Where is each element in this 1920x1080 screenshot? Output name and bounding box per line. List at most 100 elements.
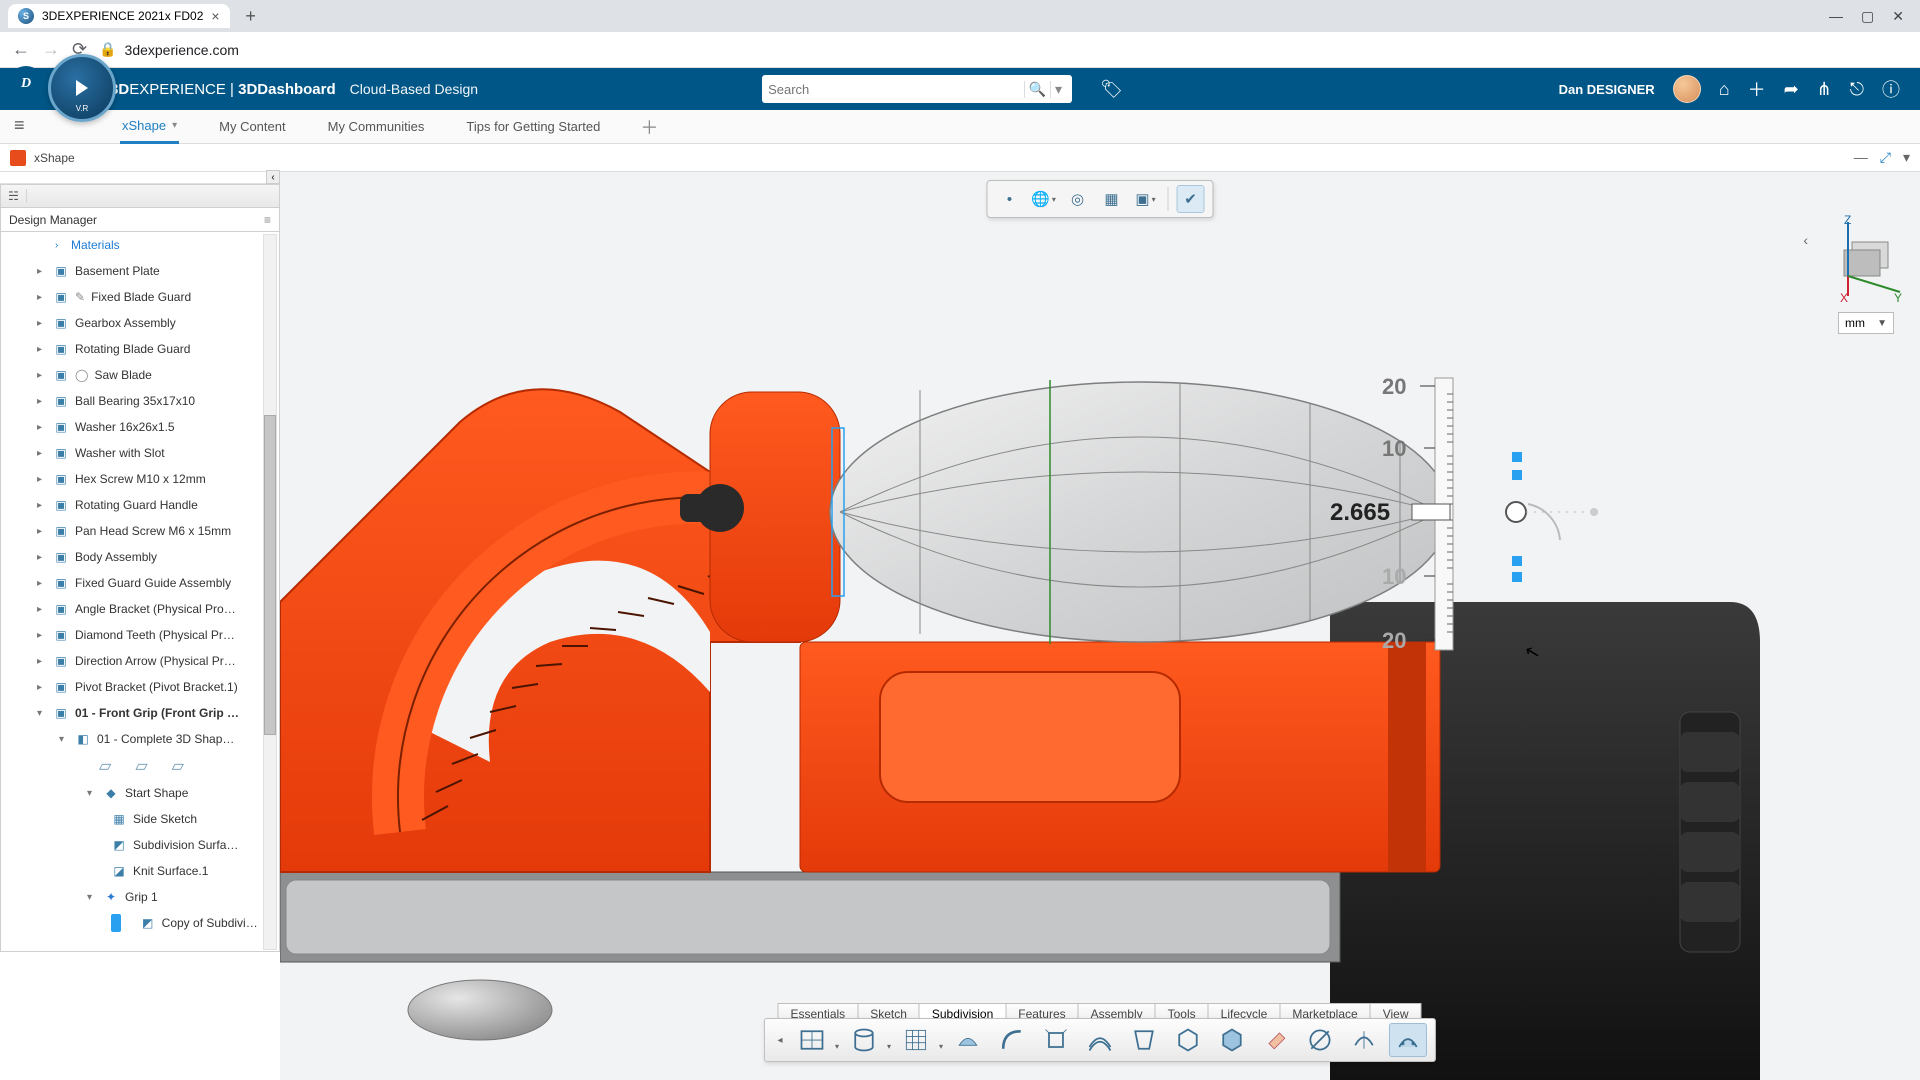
tab-tips[interactable]: Tips for Getting Started bbox=[464, 111, 602, 142]
model-canvas[interactable]: 20 10 10 20 2.665 bbox=[280, 172, 1920, 1080]
user-name[interactable]: Dan DESIGNER bbox=[1559, 82, 1655, 97]
ctrl-point[interactable] bbox=[1512, 470, 1522, 480]
cmd-primitive-cyl[interactable] bbox=[845, 1023, 883, 1057]
plane-yz-icon[interactable]: ▱ bbox=[135, 756, 147, 776]
cmd-erase[interactable] bbox=[1257, 1023, 1295, 1057]
actionbar-prev-icon[interactable]: ◂ bbox=[773, 1035, 787, 1046]
tree-node-side-sketch[interactable]: ▦Side Sketch bbox=[1, 806, 279, 832]
nav-back-icon[interactable]: ← bbox=[12, 39, 30, 60]
search-icon[interactable]: 🔍 bbox=[1024, 81, 1050, 98]
tree-node-sub-surface[interactable]: ◩Subdivision Surfa… bbox=[1, 832, 279, 858]
search-input[interactable] bbox=[768, 82, 1024, 97]
tree-view-icon[interactable]: ☵ bbox=[1, 189, 27, 203]
unit-dropdown[interactable]: mm▼ bbox=[1838, 312, 1894, 334]
vt-grid-icon[interactable]: ▦ bbox=[1098, 185, 1126, 213]
window-minimize-icon[interactable]: — bbox=[1829, 8, 1843, 25]
cmd-subdivide[interactable] bbox=[1389, 1023, 1427, 1057]
cmd-loft[interactable] bbox=[1125, 1023, 1163, 1057]
tree-node[interactable]: ▸▣Washer with Slot bbox=[1, 440, 279, 466]
global-search[interactable]: 🔍 ▾ bbox=[762, 75, 1072, 103]
tag-icon[interactable]: 🏷 bbox=[1100, 79, 1123, 100]
tree-node[interactable]: ▸▣Hex Screw M10 x 12mm bbox=[1, 466, 279, 492]
ds-logo-icon[interactable]: D bbox=[8, 66, 44, 102]
add-tab-button[interactable]: ＋ bbox=[640, 114, 658, 140]
vt-box-icon[interactable]: ▣▾ bbox=[1132, 185, 1160, 213]
tree-node[interactable]: ▸▣Diamond Teeth (Physical Pr… bbox=[1, 622, 279, 648]
tree-node[interactable]: ▸▣Pan Head Screw M6 x 15mm bbox=[1, 518, 279, 544]
tab-my-communities[interactable]: My Communities bbox=[326, 111, 427, 142]
sketch-icon: ▦ bbox=[111, 811, 127, 827]
tree-collapse-icon[interactable]: ‹ bbox=[266, 170, 280, 184]
panel-restore-icon[interactable]: ⤢ bbox=[1880, 149, 1891, 166]
scrollbar-thumb[interactable] bbox=[264, 415, 276, 735]
plane-zx-icon[interactable]: ▱ bbox=[172, 756, 184, 776]
tree-node[interactable]: ▸▣Gearbox Assembly bbox=[1, 310, 279, 336]
design-manager-menu-icon[interactable]: ≡ bbox=[264, 213, 271, 227]
tree-node[interactable]: ▸▣Body Assembly bbox=[1, 544, 279, 570]
plane-xy-icon[interactable]: ▱ bbox=[99, 756, 111, 776]
notifications-icon[interactable]: ⌂ bbox=[1719, 79, 1730, 100]
tree-node[interactable]: ▸▣Angle Bracket (Physical Pro… bbox=[1, 596, 279, 622]
cmd-shell[interactable] bbox=[1169, 1023, 1207, 1057]
tab-my-content[interactable]: My Content bbox=[217, 111, 287, 142]
vt-ok-icon[interactable]: ✔ bbox=[1177, 185, 1205, 213]
tab-xshape[interactable]: xShape▾ bbox=[120, 110, 179, 144]
add-icon[interactable]: ＋ bbox=[1748, 76, 1766, 102]
cmd-fill[interactable] bbox=[949, 1023, 987, 1057]
tree-node[interactable]: ▸▣Washer 16x26x1.5 bbox=[1, 414, 279, 440]
window-close-icon[interactable]: ✕ bbox=[1892, 8, 1904, 25]
tree-node[interactable]: ▸▣Direction Arrow (Physical Pr… bbox=[1, 648, 279, 674]
tree-node-front-grip[interactable]: ▾▣01 - Front Grip (Front Grip … bbox=[1, 700, 279, 726]
compass-button[interactable]: V.R bbox=[48, 54, 116, 122]
browser-tab[interactable]: S 3DEXPERIENCE 2021x FD02 × bbox=[8, 4, 230, 28]
tree-node[interactable]: ▸▣Rotating Guard Handle bbox=[1, 492, 279, 518]
ctrl-point[interactable] bbox=[1512, 572, 1522, 582]
robot-pivot[interactable] bbox=[1506, 502, 1526, 522]
search-dropdown-icon[interactable]: ▾ bbox=[1050, 81, 1066, 98]
axis-expand-icon[interactable]: ‹ bbox=[1803, 232, 1808, 248]
tree-node-start-shape[interactable]: ▾◆Start Shape bbox=[1, 780, 279, 806]
window-maximize-icon[interactable]: ▢ bbox=[1861, 8, 1874, 25]
collab-icon[interactable]: ⋔ bbox=[1817, 79, 1832, 100]
tree-node[interactable]: ▸▣◯Saw Blade bbox=[1, 362, 279, 388]
nav-forward-icon[interactable]: → bbox=[42, 39, 60, 60]
tree-node[interactable]: ▸▣Rotating Blade Guard bbox=[1, 336, 279, 362]
panel-menu-icon[interactable]: ▾ bbox=[1903, 149, 1910, 166]
vt-globe-icon[interactable]: 🌐▾ bbox=[1030, 185, 1058, 213]
tree-node-complete-shape[interactable]: ▾◧01 - Complete 3D Shap… bbox=[1, 726, 279, 752]
apps-icon[interactable]: ⎋ bbox=[1850, 79, 1864, 100]
cmd-knife[interactable] bbox=[1301, 1023, 1339, 1057]
tree-node-copy[interactable]: ◩Copy of Subdivi… bbox=[1, 910, 279, 936]
nav-drawer-icon[interactable]: ≡ bbox=[14, 115, 25, 136]
axis-triad[interactable]: Z X Y bbox=[1814, 214, 1904, 304]
ctrl-point[interactable] bbox=[1512, 556, 1522, 566]
panel-minimize-icon[interactable]: — bbox=[1854, 149, 1868, 166]
tab-close-icon[interactable]: × bbox=[211, 8, 219, 24]
cmd-bend[interactable] bbox=[993, 1023, 1031, 1057]
tree-node-grip[interactable]: ▾✦Grip 1 bbox=[1, 884, 279, 910]
tree-scrollbar[interactable] bbox=[263, 234, 277, 950]
share-icon[interactable]: ➦ bbox=[1784, 79, 1799, 100]
viewport[interactable]: • 🌐▾ ◎ ▦ ▣▾ ✔ ‹ Z X Y mm▼ bbox=[280, 172, 1920, 1080]
vt-point-icon[interactable]: • bbox=[996, 185, 1024, 213]
tree-node-materials[interactable]: ›Materials bbox=[1, 232, 279, 258]
tree-node-knit[interactable]: ◪Knit Surface.1 bbox=[1, 858, 279, 884]
ctrl-point[interactable] bbox=[1512, 452, 1522, 462]
cmd-sweep[interactable] bbox=[1081, 1023, 1119, 1057]
cmd-grid[interactable] bbox=[897, 1023, 935, 1057]
tree-node[interactable]: ▸▣Ball Bearing 35x17x10 bbox=[1, 388, 279, 414]
tree-node[interactable]: ▸▣Pivot Bracket (Pivot Bracket.1) bbox=[1, 674, 279, 700]
measure-handle[interactable] bbox=[1412, 504, 1450, 520]
avatar[interactable] bbox=[1673, 75, 1701, 103]
vt-loop-icon[interactable]: ◎ bbox=[1064, 185, 1092, 213]
cmd-primitive-box[interactable] bbox=[793, 1023, 831, 1057]
help-icon[interactable]: ⓘ bbox=[1882, 76, 1900, 102]
cmd-extrude[interactable] bbox=[1037, 1023, 1075, 1057]
cmd-thicken[interactable] bbox=[1213, 1023, 1251, 1057]
cmd-crease[interactable] bbox=[1345, 1023, 1383, 1057]
tree-node[interactable]: ▸▣Basement Plate bbox=[1, 258, 279, 284]
tree-node[interactable]: ▸▣✎Fixed Blade Guard bbox=[1, 284, 279, 310]
tree-node[interactable]: ▸▣Fixed Guard Guide Assembly bbox=[1, 570, 279, 596]
address-bar[interactable]: 🔒 3dexperience.com bbox=[99, 41, 519, 58]
new-tab-button[interactable]: + bbox=[240, 5, 262, 27]
